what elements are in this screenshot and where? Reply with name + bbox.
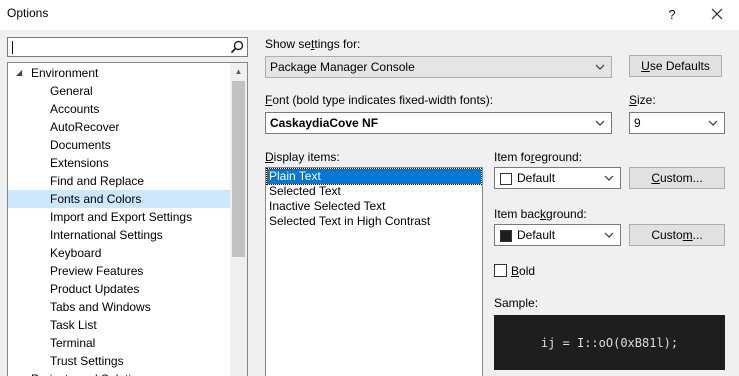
bold-label[interactable]: Bold xyxy=(511,264,535,278)
tree-item-label: Terminal xyxy=(50,336,96,350)
display-items-list[interactable]: Plain Text Selected Text Inactive Selected… xyxy=(265,167,483,376)
tree-item[interactable]: General xyxy=(8,82,230,100)
font-dropdown[interactable]: CaskaydiaCove NF xyxy=(265,112,612,134)
tree-item[interactable]: Product Updates xyxy=(8,280,230,298)
bold-checkbox[interactable] xyxy=(494,264,507,277)
tree-item[interactable]: Keyboard xyxy=(8,244,230,262)
tree-item[interactable]: AutoRecover xyxy=(8,118,230,136)
scroll-up-icon[interactable]: ▲ xyxy=(230,63,247,80)
tree-item-label: International Settings xyxy=(50,228,163,242)
close-button[interactable] xyxy=(702,3,732,25)
scrollbar-thumb[interactable] xyxy=(232,81,245,257)
size-value: 9 xyxy=(634,116,641,130)
item-background-dropdown[interactable]: Default xyxy=(494,224,621,246)
tree-item[interactable]: Find and Replace xyxy=(8,172,230,190)
tree-item-label: Projects and Solutions xyxy=(31,370,150,376)
size-label: Size: xyxy=(629,93,656,107)
display-item[interactable]: Selected Text in High Contrast xyxy=(267,214,481,229)
tree-item[interactable]: Fonts and Colors xyxy=(8,190,230,208)
item-background-value: Default xyxy=(517,228,556,242)
display-item[interactable]: Selected Text xyxy=(267,184,481,199)
tree-item-label: Import and Export Settings xyxy=(50,210,193,224)
item-background-label: Item background: xyxy=(494,207,587,221)
custom-background-button[interactable]: Custo m... xyxy=(629,224,725,246)
size-dropdown[interactable]: 9 xyxy=(629,112,725,134)
tree-item[interactable]: Trust Settings xyxy=(8,352,230,370)
tree-item[interactable]: ◢ Environment xyxy=(8,64,230,82)
show-settings-dropdown[interactable]: Package Manager Console xyxy=(265,56,612,78)
tree-item-label: Task List xyxy=(50,318,97,332)
custom-foreground-button[interactable]: Custom... xyxy=(629,167,725,189)
tree-item-label: Environment xyxy=(31,66,99,80)
tree-item[interactable]: Preview Features xyxy=(8,262,230,280)
search-icon[interactable] xyxy=(230,40,244,54)
use-defaults-button[interactable]: Use Defaults xyxy=(629,55,722,77)
tree-item[interactable]: Extensions xyxy=(8,154,230,172)
item-foreground-value: Default xyxy=(517,171,556,185)
display-item[interactable]: Plain Text xyxy=(266,168,482,185)
chevron-down-icon xyxy=(604,232,614,238)
tree-item-label: AutoRecover xyxy=(50,120,120,134)
options-tree[interactable]: ◢ Environment General Accounts AutoRecover Do… xyxy=(7,62,248,376)
tree-item-label: Documents xyxy=(50,138,111,152)
chevron-down-icon xyxy=(604,175,614,181)
background-color-swatch xyxy=(500,230,512,242)
sample-preview: ij = I::oO(0xB81l); xyxy=(494,315,725,370)
tree-item-label: Keyboard xyxy=(50,246,102,260)
tree-item[interactable]: ▷ Projects and Solutions xyxy=(8,370,230,376)
tree-item-label: General xyxy=(50,84,93,98)
title-bar xyxy=(0,0,739,30)
sample-label: Sample: xyxy=(494,296,539,310)
tree-item-label: Fonts and Colors xyxy=(50,192,142,206)
display-items-label: Display items: xyxy=(265,150,340,164)
window-title: Options xyxy=(7,6,49,20)
tree-item[interactable]: Task List xyxy=(8,316,230,334)
sample-text: ij = I::oO(0xB81l); xyxy=(540,335,679,350)
chevron-down-icon xyxy=(595,120,605,126)
tree-item-label: Preview Features xyxy=(50,264,144,278)
tree-item[interactable]: Accounts xyxy=(8,100,230,118)
tree-item[interactable]: Tabs and Windows xyxy=(8,298,230,316)
expanded-arrow-icon[interactable]: ◢ xyxy=(16,64,22,82)
tree-item[interactable]: Import and Export Settings xyxy=(8,208,230,226)
show-settings-value: Package Manager Console xyxy=(270,60,415,74)
chevron-down-icon xyxy=(708,120,718,126)
chevron-down-icon xyxy=(595,64,605,70)
tree-item-label: Trust Settings xyxy=(50,354,124,368)
text-caret xyxy=(12,41,13,54)
tree-item[interactable]: Terminal xyxy=(8,334,230,352)
tree-item-label: Tabs and Windows xyxy=(50,300,151,314)
tree-item-label: Accounts xyxy=(50,102,100,116)
collapsed-arrow-icon[interactable]: ▷ xyxy=(16,370,22,376)
font-label: Font (bold type indicates fixed-width fo… xyxy=(265,93,494,107)
tree-item[interactable]: Documents xyxy=(8,136,230,154)
foreground-color-swatch xyxy=(500,173,512,185)
display-item[interactable]: Inactive Selected Text xyxy=(267,199,481,214)
tree-item-label: Extensions xyxy=(50,156,109,170)
tree-item-label: Find and Replace xyxy=(50,174,145,188)
tree-item-label: Product Updates xyxy=(50,282,140,296)
item-foreground-dropdown[interactable]: Default xyxy=(494,167,621,189)
close-icon xyxy=(711,8,723,20)
show-settings-label: Show settings for: xyxy=(265,37,361,51)
item-foreground-label: Item foreground: xyxy=(494,150,583,164)
help-button[interactable]: ? xyxy=(657,3,687,25)
font-value: CaskaydiaCove NF xyxy=(270,116,379,130)
tree-scrollbar[interactable]: ▲ xyxy=(230,63,247,376)
search-input[interactable] xyxy=(7,37,248,57)
tree-item[interactable]: International Settings xyxy=(8,226,230,244)
